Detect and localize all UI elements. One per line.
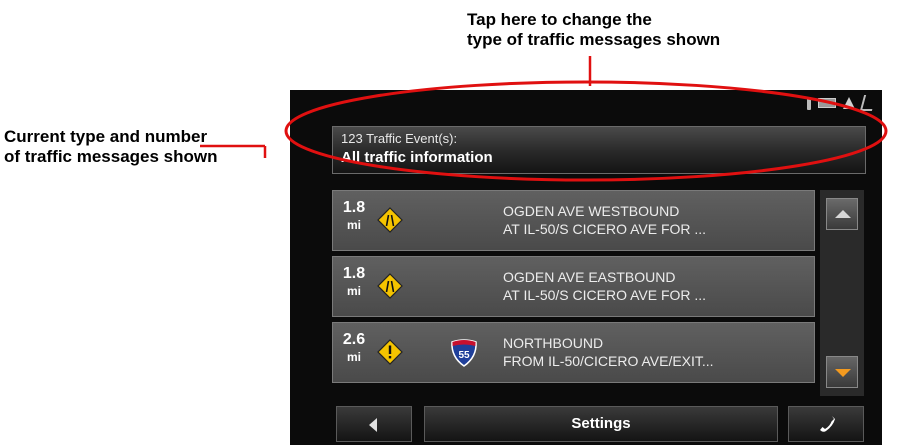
- settings-label: Settings: [571, 415, 631, 432]
- event-road: OGDEN AVE EASTBOUND: [503, 269, 676, 285]
- event-detail: AT IL-50/S CICERO AVE FOR ...: [503, 287, 707, 303]
- event-distance: 2.6 mi: [341, 331, 367, 365]
- event-road: OGDEN AVE WESTBOUND: [503, 203, 680, 219]
- gps-icon: [859, 95, 877, 111]
- back-arrow-icon: [369, 418, 377, 432]
- traffic-event-row[interactable]: 1.8 mi OGDEN AVE EASTBOUND AT IL-50/S CI…: [332, 256, 815, 317]
- warning-icon: [377, 339, 403, 365]
- status-bar: [807, 94, 877, 112]
- lane-narrows-warning-icon: [377, 207, 403, 233]
- distance-value: 2.6: [342, 331, 366, 348]
- scroll-up-arrow-icon: [835, 210, 851, 218]
- phone-icon: [807, 96, 811, 110]
- scroll-down-button[interactable]: [826, 356, 858, 388]
- annotation-top: Tap here to change the type of traffic m…: [467, 10, 720, 50]
- annotation-left-line1: Current type and number: [4, 127, 208, 146]
- scroll-up-button[interactable]: [826, 198, 858, 230]
- annotation-top-line1: Tap here to change the: [467, 10, 652, 29]
- traffic-event-row[interactable]: 2.6 mi 55 NORTHBOUND FROM IL-50/CICERO A…: [332, 322, 815, 383]
- interstate-shield-icon: 55: [451, 339, 477, 367]
- phone-handset-icon: [820, 416, 835, 432]
- annotation-top-line2: type of traffic messages shown: [467, 30, 721, 49]
- navigation-screen: 123 Traffic Event(s): All traffic inform…: [290, 90, 882, 445]
- distance-value: 1.8: [342, 199, 366, 216]
- distance-unit: mi: [346, 350, 361, 364]
- event-road: NORTHBOUND: [503, 335, 604, 351]
- event-distance: 1.8 mi: [341, 199, 367, 233]
- signal-icon: [843, 97, 855, 109]
- traffic-event-count: 123 Traffic Event(s):: [341, 131, 458, 146]
- back-button[interactable]: [336, 406, 412, 442]
- distance-value: 1.8: [342, 265, 366, 282]
- annotation-left: Current type and number of traffic messa…: [4, 127, 218, 167]
- lane-narrows-warning-icon: [377, 273, 403, 299]
- traffic-event-row[interactable]: 1.8 mi OGDEN AVE WESTBOUND AT IL-50/S CI…: [332, 190, 815, 251]
- event-detail: FROM IL-50/CICERO AVE/EXIT...: [503, 353, 714, 369]
- settings-button[interactable]: Settings: [424, 406, 778, 442]
- distance-unit: mi: [346, 284, 361, 298]
- interstate-number: 55: [458, 350, 470, 361]
- scroll-down-arrow-icon: [835, 369, 851, 377]
- traffic-type-selector[interactable]: 123 Traffic Event(s): All traffic inform…: [332, 126, 866, 174]
- event-distance: 1.8 mi: [341, 265, 367, 299]
- traffic-type-label: All traffic information: [341, 149, 493, 166]
- battery-icon: [818, 98, 836, 108]
- distance-unit: mi: [346, 218, 361, 232]
- phone-button[interactable]: [788, 406, 864, 442]
- annotation-left-line2: of traffic messages shown: [4, 147, 218, 166]
- event-detail: AT IL-50/S CICERO AVE FOR ...: [503, 221, 707, 237]
